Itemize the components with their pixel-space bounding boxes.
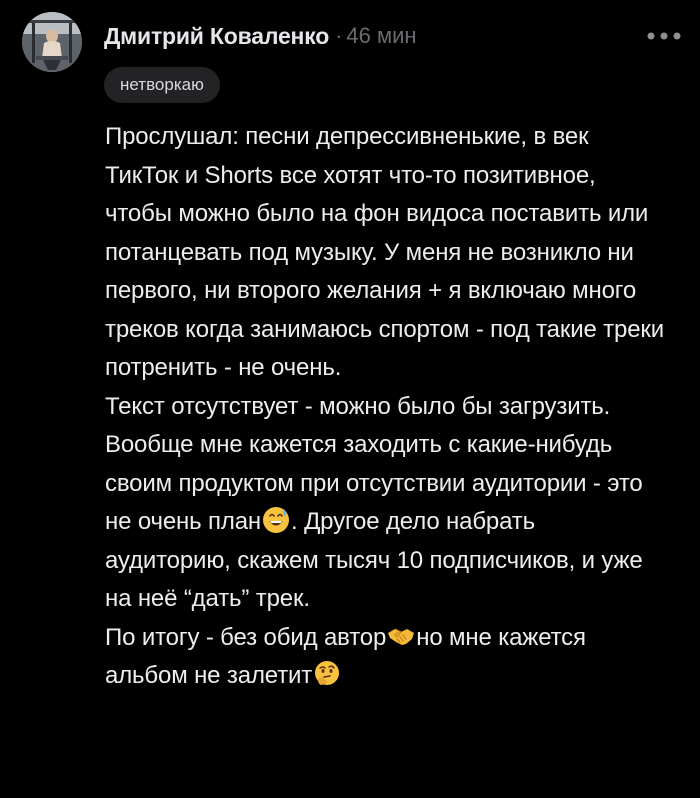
handshake-emoji-icon <box>388 627 415 645</box>
separator-dot: · <box>335 23 343 48</box>
avatar[interactable] <box>22 12 82 72</box>
thinking-face-emoji-icon <box>315 661 340 685</box>
grinning-sweat-emoji-icon <box>263 507 290 533</box>
comment-body: Прослушал: песни депрессивненькие, в век… <box>105 118 665 696</box>
author-name[interactable]: Дмитрий Коваленко <box>104 23 329 50</box>
avatar-photo <box>22 12 82 72</box>
post-header: Дмитрий Коваленко · 46 мин <box>104 20 417 52</box>
comment-paragraph: Прослушал: песни депрессивненькие, в век… <box>105 123 665 381</box>
comment-paragraph: Вообще мне кажется заходить с какие-нибу… <box>105 426 665 619</box>
comment-paragraph: По итогу - без обид автор но мне кажется… <box>105 619 665 696</box>
more-horizontal-icon <box>647 32 681 40</box>
comment-paragraph: Текст отсутствует - можно было бы загруз… <box>105 392 611 420</box>
comment-text: По итогу - без обид автор <box>105 623 387 651</box>
timestamp: 46 мин <box>346 23 417 48</box>
tag-chip[interactable]: нетворкаю <box>104 67 220 103</box>
more-options-button[interactable] <box>644 22 684 50</box>
